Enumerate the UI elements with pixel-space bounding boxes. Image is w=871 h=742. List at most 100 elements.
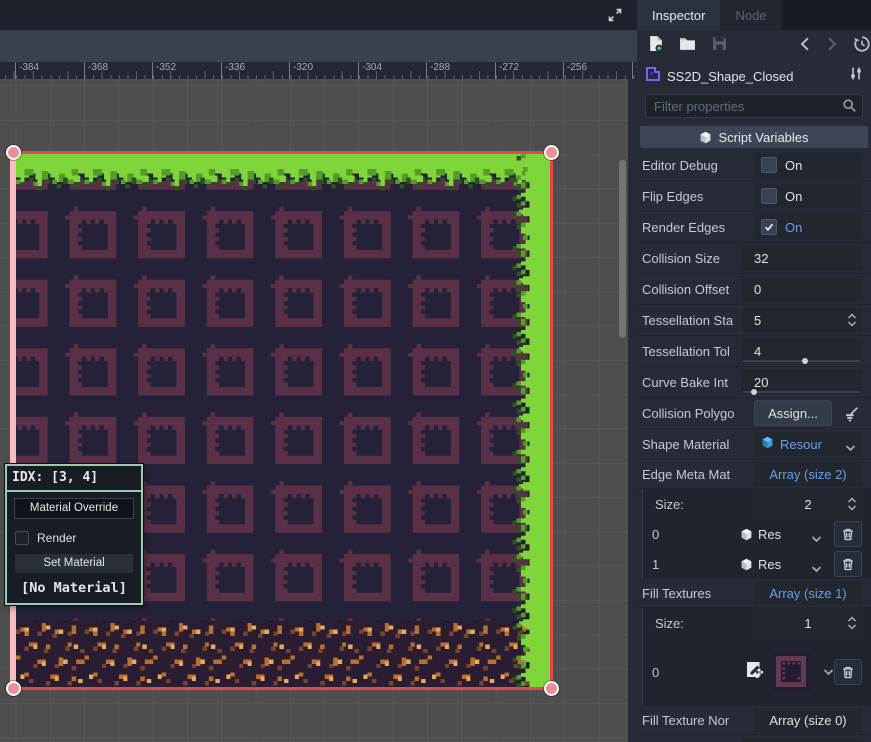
object-history-icon[interactable] bbox=[853, 35, 871, 58]
popup-title: IDX: [3, 4] bbox=[7, 466, 141, 492]
property-row-fill-texture-z-index: Fill Texture Z I -10 bbox=[637, 735, 871, 742]
fill-textures-array-link[interactable]: Array (size 1) bbox=[754, 581, 862, 605]
spinner-updown-icon[interactable] bbox=[847, 615, 857, 634]
chevron-down-icon bbox=[811, 530, 822, 548]
array-item-row: 0 Res bbox=[643, 519, 871, 549]
checkbox-unchecked[interactable] bbox=[761, 157, 777, 173]
property-row-tessellation-stages: Tessellation Sta 5 bbox=[637, 305, 871, 336]
chevron-down-icon bbox=[811, 560, 822, 578]
property-row-collision-size: Collision Size 32 bbox=[637, 243, 871, 274]
section-script-variables[interactable]: Script Variables bbox=[640, 126, 868, 148]
flip-edges-checkbox[interactable]: On bbox=[754, 184, 862, 208]
property-row-fill-textures: Fill Textures Array (size 1) bbox=[637, 579, 871, 608]
resource-picker[interactable]: Res bbox=[740, 552, 828, 576]
property-row-shape-material: Shape Material Resour bbox=[637, 429, 871, 460]
array-size-field[interactable]: 2 bbox=[754, 492, 862, 516]
spinner-updown-icon[interactable] bbox=[847, 312, 857, 331]
shape-edge-bottom[interactable] bbox=[13, 687, 553, 690]
tab-inspector[interactable]: Inspector bbox=[637, 0, 720, 30]
chevron-down-icon bbox=[845, 440, 856, 455]
assign-collision-polygon-button[interactable]: Assign... bbox=[754, 400, 832, 426]
fill-texture-z-index-field[interactable]: -10 bbox=[741, 738, 862, 742]
viewport-2d: -384 -368 -352 -336 -320 -304 -288 -272 … bbox=[0, 0, 637, 742]
inspector-panel: Inspector Node bbox=[637, 0, 871, 742]
resource-cube-icon bbox=[740, 528, 753, 541]
new-resource-icon[interactable] bbox=[647, 35, 664, 57]
edited-object-name: SS2D_Shape_Closed bbox=[667, 69, 843, 84]
render-checkbox-row: Render bbox=[15, 531, 141, 545]
property-row-collision-polygon: Collision Polygo Assign... bbox=[637, 398, 871, 429]
ss2d-node-icon bbox=[645, 66, 661, 87]
spinner-updown-icon[interactable] bbox=[847, 496, 857, 515]
chevron-down-icon[interactable] bbox=[823, 663, 834, 681]
property-row-fill-texture-normals: Fill Texture Nor Array (size 0) bbox=[637, 706, 871, 735]
trash-icon bbox=[842, 528, 854, 541]
property-row-render-edges: Render Edges On bbox=[637, 212, 871, 243]
edge-meta-materials-array: Size: 2 0 Res bbox=[642, 489, 871, 579]
ruler-label: -384 bbox=[15, 62, 39, 79]
slider-grabber[interactable] bbox=[802, 358, 808, 364]
material-override-button[interactable]: Material Override bbox=[14, 498, 134, 519]
shape-point-handle[interactable] bbox=[544, 681, 559, 696]
ruler-label: -256 bbox=[563, 62, 587, 79]
save-resource-icon[interactable] bbox=[711, 35, 728, 57]
ruler-label: -272 bbox=[495, 62, 519, 79]
delete-array-item-button[interactable] bbox=[834, 659, 862, 685]
render-checkbox[interactable] bbox=[15, 531, 29, 545]
inspector-tab-bar: Inspector Node bbox=[637, 0, 871, 30]
filter-properties-box bbox=[645, 94, 863, 118]
curve-bake-interval-slider[interactable]: 20 bbox=[741, 370, 862, 394]
tab-node[interactable]: Node bbox=[720, 0, 781, 30]
resource-picker[interactable]: Res bbox=[740, 522, 828, 546]
shape-dirt-band bbox=[16, 621, 550, 687]
delete-array-item-button[interactable] bbox=[834, 551, 862, 577]
shape-point-handle[interactable] bbox=[6, 681, 21, 696]
array-item-row: 1 Res bbox=[643, 549, 871, 579]
filter-properties-input[interactable] bbox=[646, 95, 862, 117]
checkbox-checked[interactable] bbox=[761, 219, 777, 235]
fill-texture-normals-array-link[interactable]: Array (size 0) bbox=[754, 708, 862, 732]
checkbox-unchecked[interactable] bbox=[761, 188, 777, 204]
tessellation-tolerance-slider[interactable]: 4 bbox=[741, 339, 862, 363]
horizontal-ruler: -384 -368 -352 -336 -320 -304 -288 -272 … bbox=[0, 62, 637, 80]
delete-array-item-button[interactable] bbox=[834, 521, 862, 547]
trash-icon bbox=[842, 666, 854, 679]
collision-size-field[interactable]: 32 bbox=[741, 246, 862, 270]
godot-editor: -384 -368 -352 -336 -320 -304 -288 -272 … bbox=[0, 0, 871, 742]
collision-offset-field[interactable]: 0 bbox=[741, 277, 862, 301]
edge-meta-materials-array-link[interactable]: Array (size 2) bbox=[754, 462, 862, 486]
extra-resource-options-icon[interactable] bbox=[849, 66, 863, 86]
array-size-field[interactable]: 1 bbox=[754, 611, 862, 635]
history-back-icon[interactable] bbox=[799, 37, 811, 56]
load-resource-icon[interactable] bbox=[679, 35, 696, 57]
slider-grabber[interactable] bbox=[751, 389, 757, 395]
fill-texture-preview[interactable] bbox=[771, 652, 811, 692]
shape-grass-top-edge bbox=[16, 154, 550, 201]
shape-edge-right[interactable] bbox=[550, 151, 553, 690]
shape-fill-texture bbox=[16, 154, 550, 687]
no-material-label: [No Material] bbox=[7, 580, 141, 596]
viewport-top-bar bbox=[0, 0, 637, 30]
edge-material-popup: IDX: [3, 4] Material Override Render Set… bbox=[5, 464, 143, 605]
canvas[interactable]: IDX: [3, 4] Material Override Render Set… bbox=[0, 79, 628, 742]
render-edges-checkbox[interactable]: On bbox=[754, 215, 862, 239]
history-forward-icon[interactable] bbox=[826, 37, 838, 56]
shape-point-handle[interactable] bbox=[544, 145, 559, 160]
property-row-collision-offset: Collision Offset 0 bbox=[637, 274, 871, 305]
shape-edge-left-selected[interactable] bbox=[10, 151, 16, 690]
ruler-label: -304 bbox=[358, 62, 382, 79]
trash-icon bbox=[842, 558, 854, 571]
shape-grass-right-edge bbox=[506, 154, 550, 687]
shape-edge-top[interactable] bbox=[13, 151, 553, 154]
array-item-row: 0 bbox=[643, 638, 871, 706]
editor-debug-checkbox[interactable]: On bbox=[754, 153, 862, 177]
canvas-vertical-scrollbar[interactable] bbox=[619, 160, 626, 338]
set-material-button[interactable]: Set Material bbox=[14, 553, 134, 574]
pick-node-icon[interactable] bbox=[843, 405, 860, 425]
expand-viewport-icon[interactable] bbox=[607, 7, 623, 23]
edit-texture-icon[interactable] bbox=[746, 661, 764, 684]
tessellation-stages-field[interactable]: 5 bbox=[741, 308, 862, 332]
shape-material-resource-picker[interactable]: Resour bbox=[754, 432, 862, 456]
fill-textures-array: Size: 1 0 bbox=[642, 608, 871, 706]
shape-point-handle[interactable] bbox=[6, 145, 21, 160]
